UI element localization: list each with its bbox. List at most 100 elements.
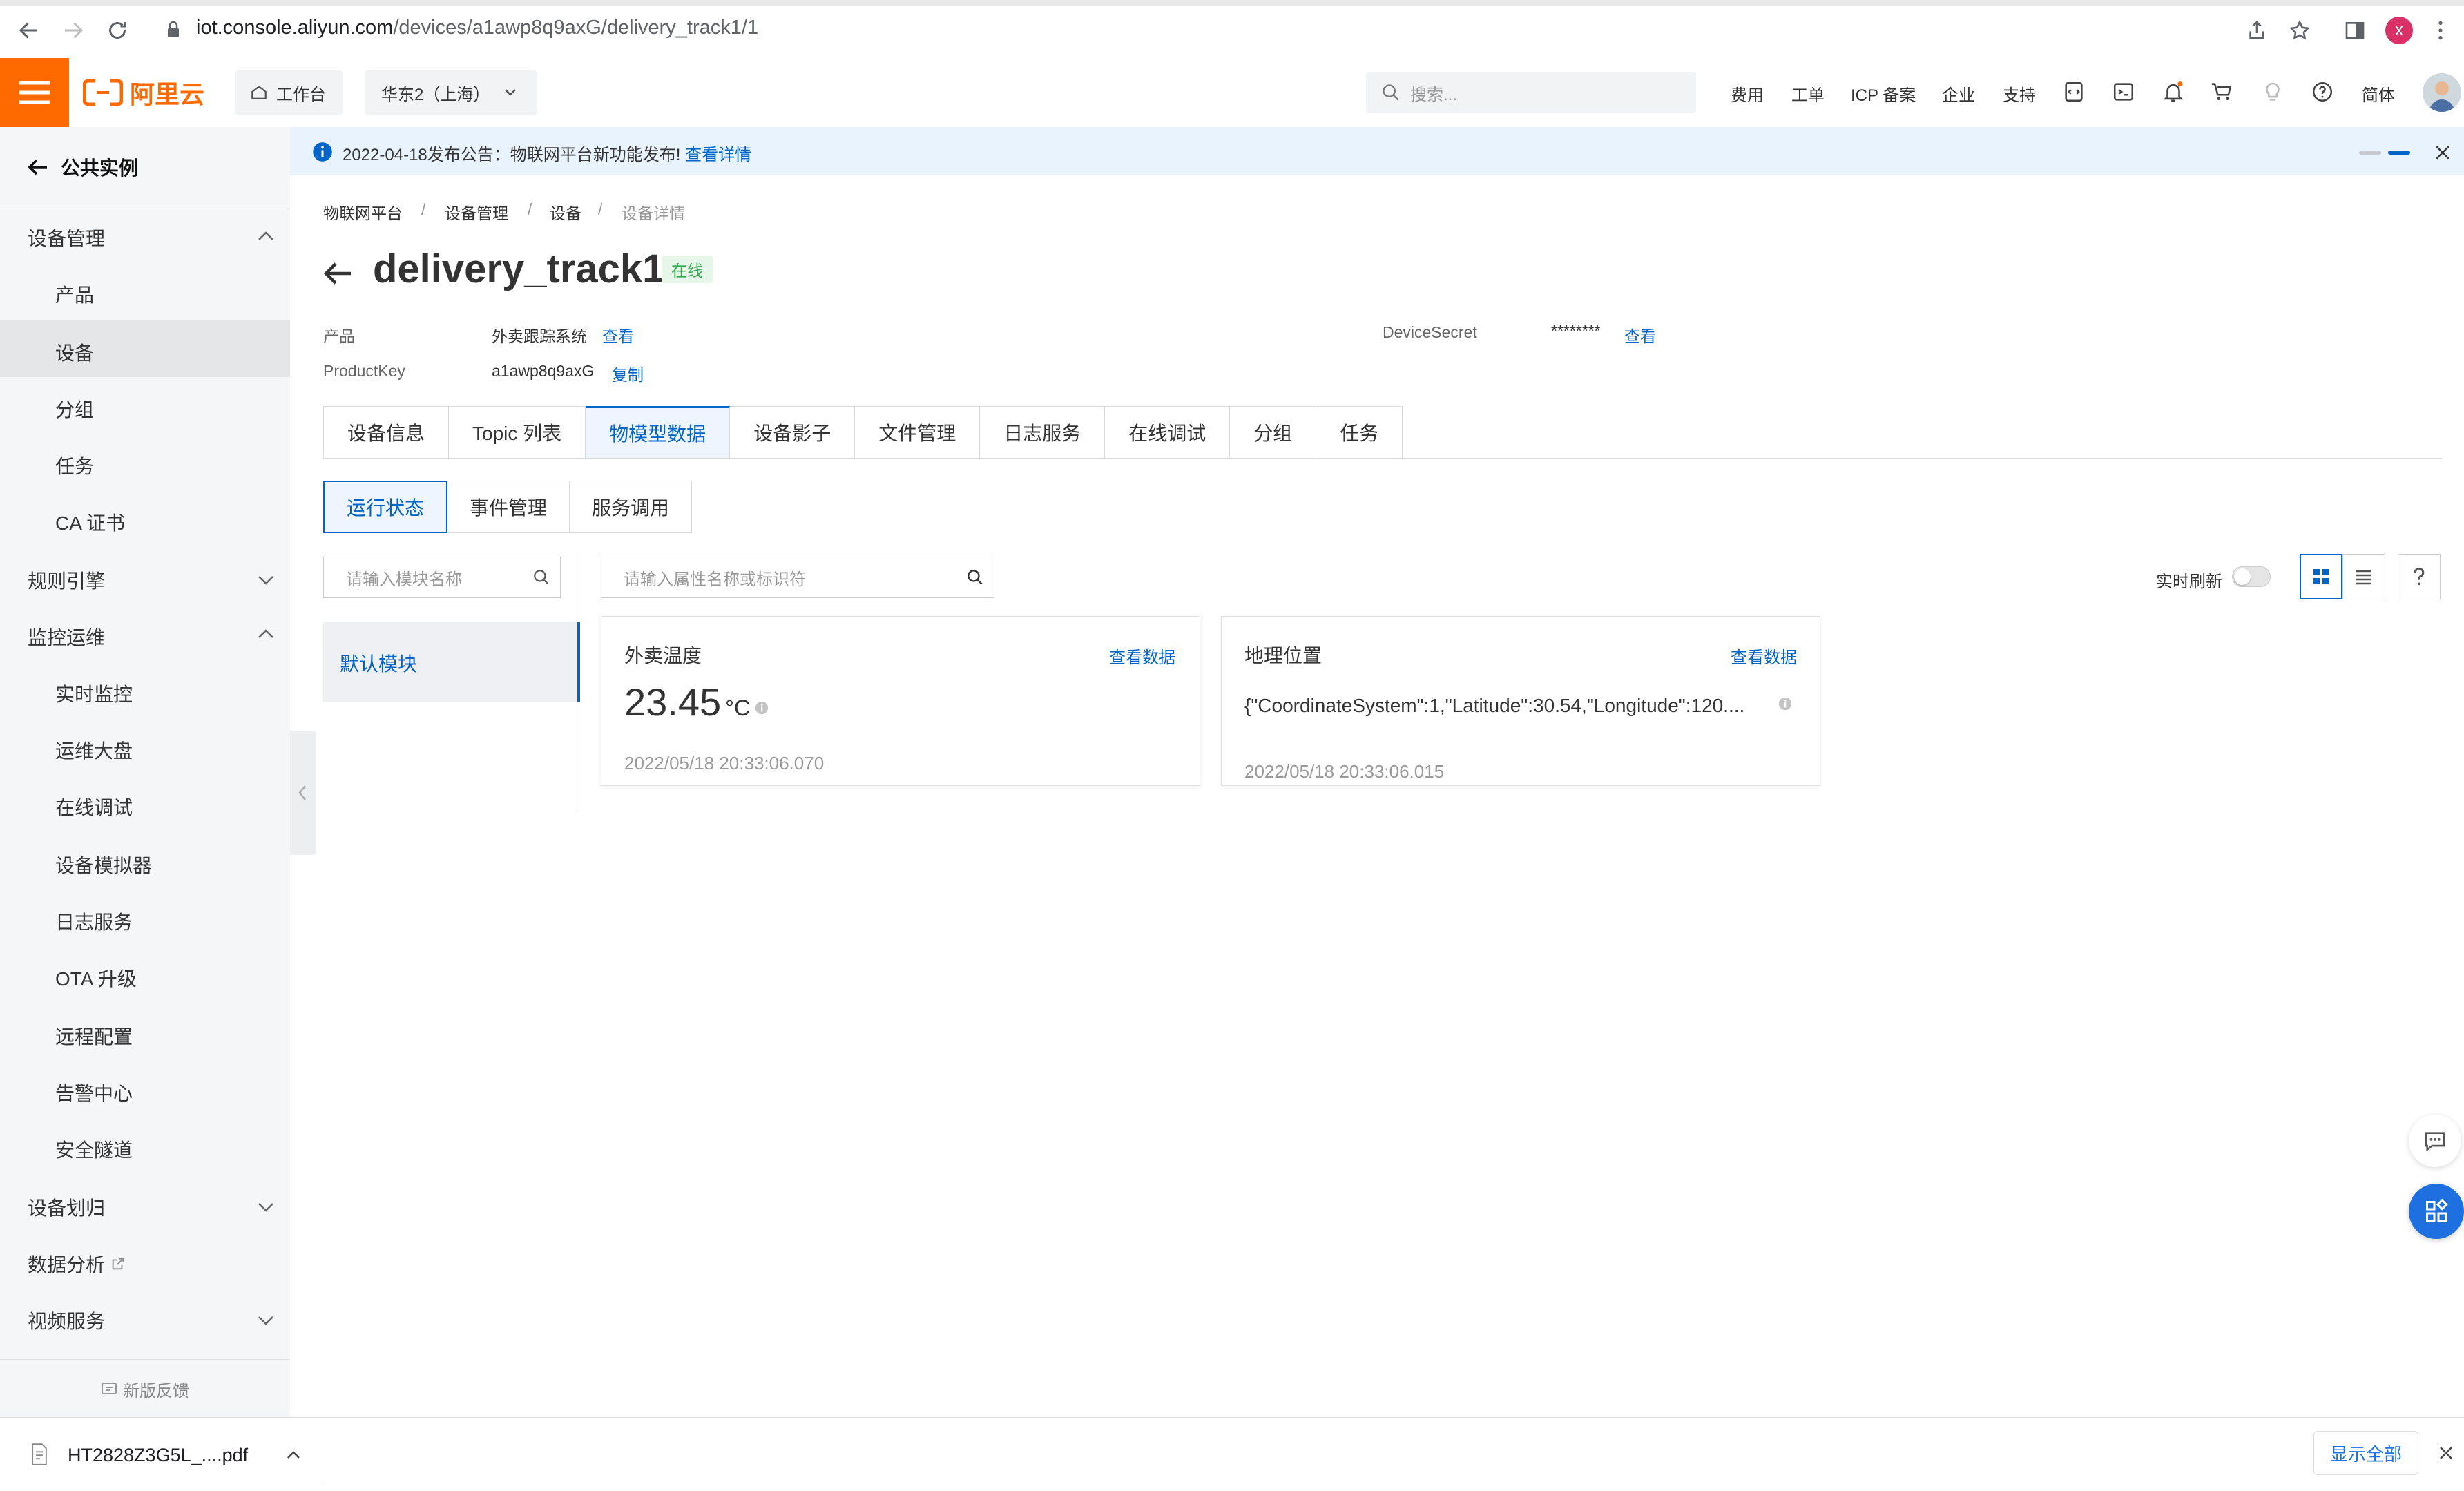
breadcrumb-device-mgmt[interactable]: 设备管理 (445, 200, 508, 224)
workbench-button[interactable]: 工作台 (235, 70, 343, 115)
sidebar-group-device-assign[interactable]: 设备划归 (28, 1193, 105, 1221)
tab-tsl-data[interactable]: 物模型数据 (586, 406, 731, 459)
downloads-bar (0, 1417, 2464, 1491)
tab-groups[interactable]: 分组 (1230, 406, 1317, 459)
region-selector[interactable]: 华东2（上海） (365, 70, 537, 115)
sidebar-item-ca-cert[interactable]: CA 证书 (55, 508, 125, 536)
module-item-label[interactable]: 默认模块 (340, 649, 417, 677)
sidebar-group-monitoring[interactable]: 监控运维 (28, 623, 105, 651)
chevron-up-icon[interactable] (257, 628, 275, 639)
aliyun-logo[interactable]: 阿里云 (83, 75, 204, 110)
user-avatar[interactable] (2423, 73, 2461, 112)
breadcrumb-devices[interactable]: 设备 (550, 200, 581, 224)
close-icon[interactable] (2438, 1445, 2454, 1461)
apps-icon (2426, 1199, 2448, 1222)
header-link-icp[interactable]: ICP 备案 (1851, 81, 1916, 106)
tab-device-shadow[interactable]: 设备影子 (730, 406, 856, 459)
forward-icon[interactable] (61, 18, 86, 43)
page-back-icon[interactable] (322, 261, 352, 286)
info-icon[interactable] (1778, 696, 1793, 711)
tab-topic-list[interactable]: Topic 列表 (449, 406, 586, 459)
notification-bell-icon[interactable] (2162, 80, 2185, 104)
sidebar-item-groups[interactable]: 分组 (55, 395, 94, 423)
carousel-dot[interactable] (2359, 151, 2381, 155)
sidebar-item-ops-dashboard[interactable]: 运维大盘 (55, 736, 133, 764)
sidebar-group-video[interactable]: 视频服务 (28, 1307, 105, 1334)
device-tabs: 设备信息 Topic 列表 物模型数据 设备影子 文件管理 日志服务 在线调试 … (323, 406, 1403, 459)
device-secret-view-link[interactable]: 查看 (1624, 323, 1656, 347)
menu-button[interactable] (0, 58, 69, 127)
info-icon[interactable] (754, 700, 769, 715)
lightbulb-icon[interactable] (2261, 80, 2284, 104)
sidebar-item-secure-tunnel[interactable]: 安全隧道 (55, 1135, 133, 1163)
chevron-down-icon[interactable] (257, 1202, 275, 1213)
grid-view-button[interactable] (2300, 554, 2342, 599)
back-icon[interactable] (17, 18, 41, 43)
sidebar-item-tasks[interactable]: 任务 (55, 452, 94, 479)
header-link-support[interactable]: 支持 (2003, 81, 2036, 106)
sidebar-item-device-simulator[interactable]: 设备模拟器 (55, 851, 152, 878)
tab-log-service[interactable]: 日志服务 (980, 406, 1106, 459)
tab-online-debug[interactable]: 在线调试 (1105, 406, 1231, 459)
tab-file-mgmt[interactable]: 文件管理 (855, 406, 981, 459)
code-icon[interactable] (2062, 80, 2086, 104)
feedback-link[interactable]: 新版反馈 (0, 1377, 290, 1402)
bookmark-star-icon[interactable] (2289, 19, 2311, 41)
sidebar-item-devices[interactable]: 设备 (55, 338, 94, 366)
terminal-icon[interactable] (2112, 80, 2135, 104)
search-icon (534, 570, 549, 585)
header-link-enterprise[interactable]: 企业 (1942, 81, 1975, 106)
cart-icon[interactable] (2210, 80, 2233, 104)
address-bar[interactable]: iot.console.aliyun.com/devices/a1awp8q9a… (196, 17, 758, 39)
property-search-input[interactable]: 请输入属性名称或标识符 (601, 557, 994, 598)
chevron-up-icon[interactable] (257, 231, 275, 242)
carousel-dot-active[interactable] (2388, 151, 2410, 155)
sidebar-item-online-debug[interactable]: 在线调试 (55, 793, 133, 820)
back-to-instances[interactable]: 公共实例 (28, 153, 138, 181)
chat-feedback-button[interactable] (2409, 1115, 2461, 1167)
help-button[interactable] (2398, 554, 2441, 599)
sidebar-group-device-mgmt[interactable]: 设备管理 (28, 224, 105, 251)
download-file-name[interactable]: HT2828Z3G5L_....pdf (68, 1445, 248, 1466)
sidebar-group-data-analysis[interactable]: 数据分析 (28, 1250, 126, 1278)
chevron-up-icon[interactable] (286, 1450, 301, 1460)
subtab-run-status[interactable]: 运行状态 (323, 481, 448, 533)
tab-tasks[interactable]: 任务 (1316, 406, 1403, 459)
sidebar-item-remote-config[interactable]: 远程配置 (55, 1022, 133, 1050)
view-data-link[interactable]: 查看数据 (1109, 644, 1175, 668)
sidebar-item-alert-center[interactable]: 告警中心 (55, 1079, 133, 1106)
subtab-event-mgmt[interactable]: 事件管理 (447, 481, 570, 533)
reload-icon[interactable] (105, 18, 130, 43)
search-input[interactable]: 搜索... (1366, 72, 1696, 113)
profile-avatar[interactable]: x (2385, 17, 2413, 44)
view-data-link[interactable]: 查看数据 (1731, 644, 1797, 668)
list-view-button[interactable] (2342, 554, 2385, 599)
header-link-billing[interactable]: 费用 (1731, 81, 1764, 106)
sidebar-collapse-handle[interactable] (290, 731, 316, 855)
productkey-copy-link[interactable]: 复制 (612, 362, 644, 385)
breadcrumb-iot-platform[interactable]: 物联网平台 (323, 200, 403, 224)
show-all-downloads-button[interactable]: 显示全部 (2313, 1431, 2418, 1475)
tab-device-info[interactable]: 设备信息 (323, 406, 450, 459)
sidebar-group-rules-engine[interactable]: 规则引擎 (28, 566, 105, 594)
sidepanel-icon[interactable] (2344, 19, 2366, 41)
sidebar-item-ota[interactable]: OTA 升级 (55, 964, 137, 992)
sidebar-item-products[interactable]: 产品 (55, 280, 94, 308)
module-search-input[interactable]: 请输入模块名称 (323, 557, 561, 598)
language-switch[interactable]: 简体 (2362, 81, 2395, 106)
property-value: 23.45 (624, 680, 722, 724)
announcement-detail-link[interactable]: 查看详情 (685, 146, 751, 164)
product-view-link[interactable]: 查看 (602, 323, 634, 347)
sidebar-item-log-service[interactable]: 日志服务 (55, 907, 133, 935)
share-icon[interactable] (2246, 19, 2268, 41)
header-link-ticket[interactable]: 工单 (1791, 81, 1825, 106)
realtime-refresh-toggle[interactable] (2232, 566, 2271, 587)
chevron-down-icon[interactable] (257, 1315, 275, 1326)
help-icon[interactable] (2311, 80, 2334, 104)
browser-menu-icon[interactable] (2436, 19, 2445, 41)
chevron-down-icon[interactable] (257, 575, 275, 586)
app-launcher-button[interactable] (2409, 1184, 2464, 1239)
close-icon[interactable] (2434, 144, 2452, 162)
sidebar-item-realtime-monitor[interactable]: 实时监控 (55, 680, 133, 707)
subtab-service-call[interactable]: 服务调用 (570, 481, 693, 533)
